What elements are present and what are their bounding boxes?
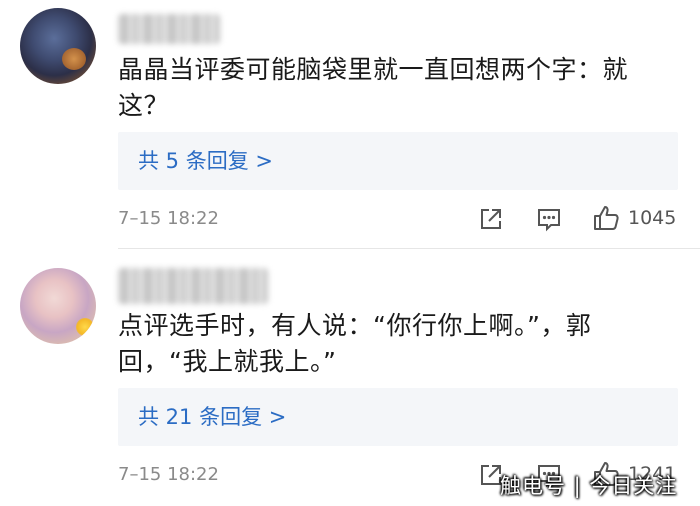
divider <box>118 248 700 249</box>
comment-icon <box>538 209 560 232</box>
username-obscured[interactable] <box>118 14 220 44</box>
comment-button[interactable] <box>536 206 562 232</box>
user-avatar[interactable] <box>20 268 96 344</box>
like-count: 1045 <box>628 207 677 229</box>
replies-box[interactable]: 共 21 条回复 > <box>118 388 678 446</box>
user-avatar[interactable] <box>20 8 96 84</box>
username-obscured[interactable] <box>118 268 268 304</box>
replies-box[interactable]: 共 5 条回复 > <box>118 132 678 190</box>
share-icon <box>481 209 501 229</box>
watermark: 触电号 | 今日关注 <box>500 474 678 498</box>
like-button[interactable]: 1045 <box>592 204 676 232</box>
view-replies-link[interactable]: 共 5 条回复 > <box>138 132 273 190</box>
comment-text: 点评选手时，有人说：“你行你上啊。”，郭回，“我上就我上。” <box>118 311 592 376</box>
comment-text: 晶晶当评委可能脑袋里就一直回想两个字：就这？ <box>118 55 629 120</box>
share-button[interactable] <box>478 206 504 232</box>
comment-timestamp: 7–15 18:22 <box>118 208 219 229</box>
comment-list: 晶晶当评委可能脑袋里就一直回想两个字：就这？ 共 5 条回复 > 7–15 18… <box>0 0 700 506</box>
thumbs-up-icon <box>594 206 619 230</box>
comment-timestamp: 7–15 18:22 <box>118 464 219 485</box>
view-replies-link[interactable]: 共 21 条回复 > <box>138 388 286 446</box>
